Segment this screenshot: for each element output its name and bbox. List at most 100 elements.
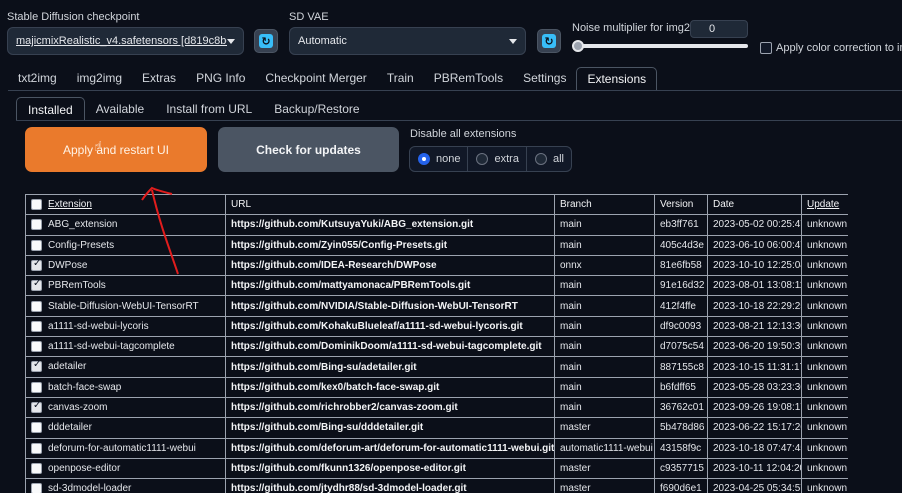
url-cell[interactable]: https://github.com/Zyin055/Config-Preset… [225, 234, 555, 256]
header-branch: Branch [554, 194, 655, 216]
check-for-updates-button[interactable]: Check for updates [218, 127, 399, 172]
date-cell: 2023-04-25 05:34:57 [707, 478, 802, 493]
disable-extensions-label: Disable all extensions [410, 128, 517, 140]
extension-cell: DWPose [25, 254, 226, 277]
update-cell: unknown [801, 214, 848, 236]
url-cell[interactable]: https://github.com/Bing-su/adetailer.git [225, 356, 555, 378]
subtab-installed[interactable]: Installed [16, 97, 85, 121]
url-cell[interactable]: https://github.com/mattyamonaca/PBRemToo… [225, 275, 555, 297]
extension-name: a1111-sd-webui-lycoris [48, 320, 149, 332]
noise-slider-track[interactable] [574, 44, 748, 48]
color-correction-checkbox[interactable] [760, 42, 772, 54]
extension-name: a1111-sd-webui-tagcomplete [48, 341, 175, 353]
extension-enable-checkbox[interactable] [31, 483, 42, 493]
table-row: ABG_extension https://github.com/KutsuyaY… [25, 214, 848, 236]
extension-enable-checkbox[interactable] [31, 359, 42, 373]
subtab-backup-restore[interactable]: Backup/Restore [263, 97, 370, 121]
table-row: batch-face-swap https://github.com/kex0/b… [25, 376, 848, 398]
url-cell[interactable]: https://github.com/jtydhr88/sd-3dmodel-l… [225, 478, 555, 493]
date-cell: 2023-08-01 13:08:11 [707, 275, 802, 297]
extension-cell: a1111-sd-webui-lycoris [25, 315, 226, 338]
extension-enable-checkbox[interactable] [31, 219, 42, 231]
update-cell: unknown [801, 234, 848, 256]
tab-checkpoint-merger[interactable]: Checkpoint Merger [255, 67, 376, 91]
extension-name: Config-Presets [48, 239, 115, 251]
header-extension[interactable]: Extension [25, 194, 226, 216]
url-cell[interactable]: https://github.com/KutsuyaYuki/ABG_exten… [225, 214, 555, 236]
extension-enable-checkbox[interactable] [31, 239, 42, 251]
extension-name: PBRemTools [48, 280, 106, 292]
extension-enable-checkbox[interactable] [31, 278, 42, 292]
tab-train[interactable]: Train [377, 67, 424, 91]
tab-img2img[interactable]: img2img [67, 67, 132, 91]
date-cell: 2023-05-02 00:25:47 [707, 214, 802, 236]
refresh-icon: ↻ [542, 34, 556, 48]
tab-extras[interactable]: Extras [132, 67, 186, 91]
extension-cell: deforum-for-automatic1111-webui [25, 437, 226, 459]
select-all-checkbox[interactable] [31, 199, 42, 211]
chevron-down-icon [227, 38, 235, 44]
version-cell: df9c0093 [654, 315, 708, 338]
radio-label: extra [494, 153, 519, 165]
radio-all[interactable]: all [527, 147, 571, 171]
vae-dropdown[interactable]: Automatic [289, 27, 526, 55]
tab-txt2img[interactable]: txt2img [8, 67, 67, 91]
branch-cell: master [554, 457, 655, 480]
url-cell[interactable]: https://github.com/kex0/batch-face-swap.… [225, 376, 555, 398]
tab-divider [8, 90, 902, 91]
version-cell: 405c4d3e [654, 234, 708, 256]
extension-enable-checkbox[interactable] [31, 400, 42, 414]
radio-none[interactable]: none [410, 147, 469, 171]
extension-name: adetailer [48, 361, 87, 373]
table-row: dddetailer https://github.com/Bing-su/ddd… [25, 417, 848, 439]
checkpoint-refresh-button[interactable]: ↻ [254, 29, 278, 53]
url-cell[interactable]: https://github.com/fkunn1326/openpose-ed… [225, 457, 555, 480]
extension-enable-checkbox[interactable] [31, 300, 42, 312]
table-row: deforum-for-automatic1111-webui https://g… [25, 437, 848, 459]
extension-enable-checkbox[interactable] [31, 381, 42, 393]
extension-enable-checkbox[interactable] [31, 422, 42, 434]
branch-cell: master [554, 417, 655, 439]
extension-cell: sd-3dmodel-loader [25, 478, 226, 493]
subtab-divider [16, 120, 902, 121]
update-cell: unknown [801, 275, 848, 297]
extension-enable-checkbox[interactable] [31, 341, 42, 353]
vae-refresh-button[interactable]: ↻ [537, 29, 561, 53]
branch-cell: master [554, 478, 655, 493]
radio-extra[interactable]: extra [468, 147, 527, 171]
tab-png-info[interactable]: PNG Info [186, 67, 255, 91]
branch-cell: main [554, 336, 655, 358]
noise-slider-handle[interactable] [572, 40, 584, 52]
subtab-available[interactable]: Available [85, 97, 155, 121]
tab-extensions[interactable]: Extensions [576, 67, 658, 91]
checkpoint-dropdown[interactable]: majicmixRealistic_v4.safetensors [d819c8… [7, 27, 244, 55]
date-cell: 2023-06-20 19:50:39 [707, 336, 802, 358]
date-cell: 2023-10-18 22:29:25 [707, 295, 802, 317]
radio-dot [534, 153, 547, 165]
subtab-install-from-url[interactable]: Install from URL [155, 97, 263, 121]
tab-pbremtools[interactable]: PBRemTools [424, 67, 513, 91]
update-cell: unknown [801, 336, 848, 358]
radio-dot [476, 153, 489, 165]
hand-cursor-icon: ☝ [94, 138, 103, 154]
url-cell[interactable]: https://github.com/KohakuBlueleaf/a1111-… [225, 315, 555, 338]
branch-cell: main [554, 214, 655, 236]
url-cell[interactable]: https://github.com/NVIDIA/Stable-Diffusi… [225, 295, 555, 317]
url-cell[interactable]: https://github.com/IDEA-Research/DWPose [225, 254, 555, 277]
url-cell[interactable]: https://github.com/DominikDoom/a1111-sd-… [225, 336, 555, 358]
apply-and-restart-button[interactable]: Apply and restart UI [25, 127, 207, 172]
extensions-table: Extension URL Branch Version Date Update… [25, 194, 848, 493]
extension-enable-checkbox[interactable] [31, 442, 42, 454]
vae-label: SD VAE [289, 11, 329, 23]
noise-value-input[interactable]: 0 [690, 20, 748, 38]
tab-settings[interactable]: Settings [513, 67, 576, 91]
extensions-table-wrapper: Extension URL Branch Version Date Update… [25, 194, 848, 493]
extension-enable-checkbox[interactable] [31, 258, 42, 271]
version-cell: c9357715 [654, 457, 708, 480]
url-cell[interactable]: https://github.com/richrobber2/canvas-zo… [225, 396, 555, 419]
url-cell[interactable]: https://github.com/Bing-su/dddetailer.gi… [225, 417, 555, 439]
extension-enable-checkbox[interactable] [31, 320, 42, 332]
extensions-table-body: ABG_extension https://github.com/KutsuyaY… [25, 214, 848, 493]
extension-enable-checkbox[interactable] [31, 462, 42, 474]
url-cell[interactable]: https://github.com/deforum-art/deforum-f… [225, 437, 555, 459]
